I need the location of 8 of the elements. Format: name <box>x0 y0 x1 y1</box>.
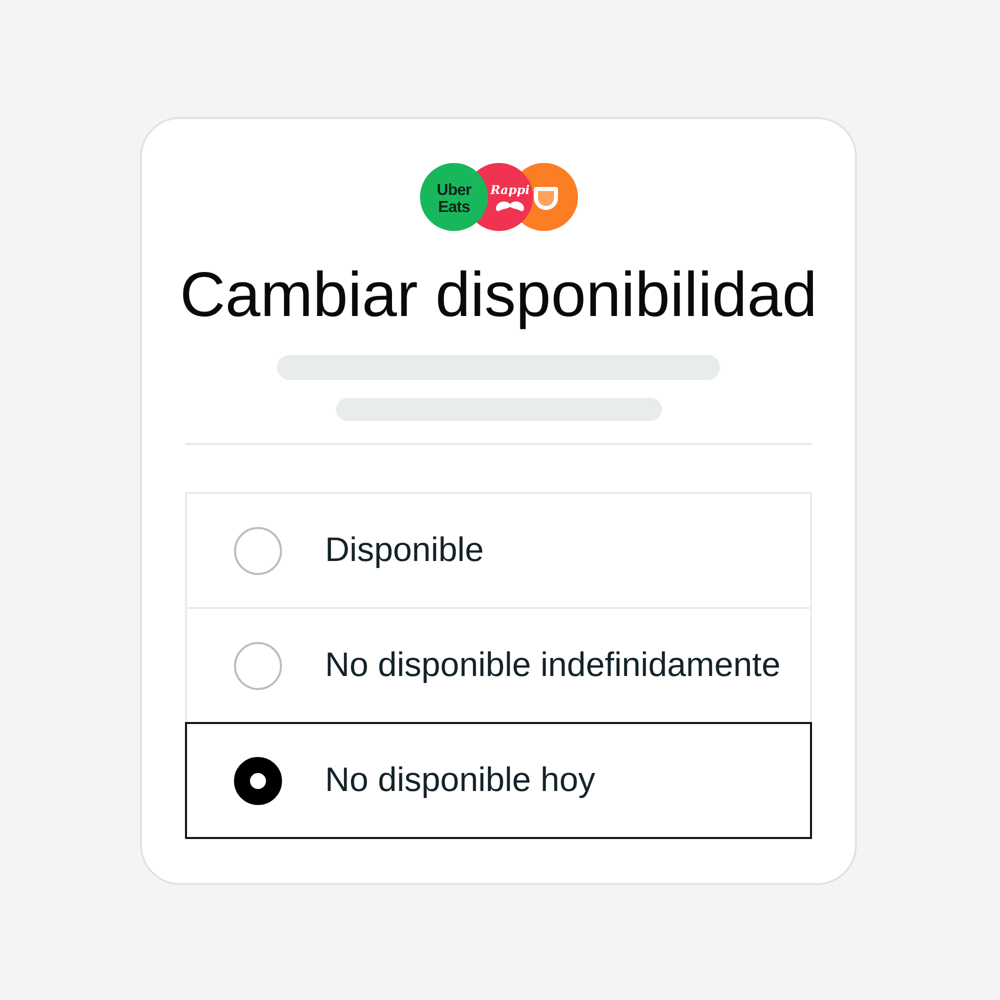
availability-option[interactable]: No disponible hoy <box>185 722 812 839</box>
radio-button[interactable] <box>234 526 282 574</box>
radio-button[interactable] <box>234 642 282 690</box>
uber-eats-logo: Uber Eats <box>420 163 488 231</box>
dialog-title: Cambiar disponibilidad <box>180 259 818 332</box>
radio-button[interactable] <box>234 756 282 804</box>
availability-option[interactable]: Disponible <box>185 492 812 609</box>
availability-option[interactable]: No disponible indefinidamente <box>185 607 812 724</box>
